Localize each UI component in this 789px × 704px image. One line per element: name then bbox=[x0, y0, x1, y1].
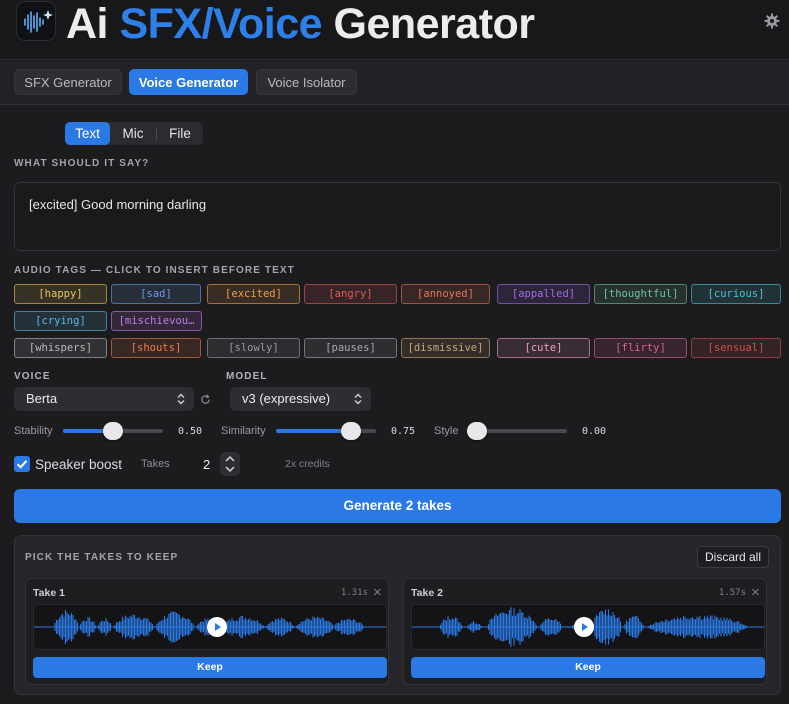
play-button[interactable] bbox=[207, 617, 228, 637]
slider-fill bbox=[276, 429, 351, 433]
tab-voice-isolator[interactable]: Voice Isolator bbox=[256, 69, 357, 95]
audio-tag-chip[interactable]: [sad] bbox=[111, 284, 201, 304]
model-label: MODEL bbox=[226, 371, 268, 382]
voice-label: VOICE bbox=[14, 371, 51, 382]
play-button[interactable] bbox=[574, 617, 595, 637]
takes-panel-label: PICK THE TAKES TO KEEP bbox=[25, 552, 179, 563]
title-ai: Ai bbox=[66, 0, 109, 48]
audio-tag-chip[interactable]: [pauses] bbox=[304, 338, 397, 358]
close-icon[interactable]: ✕ bbox=[751, 586, 760, 599]
take-card: Take 2 1.57s ✕ Keep bbox=[403, 578, 767, 685]
chevron-updown-icon bbox=[354, 393, 362, 405]
stability-label: Stability bbox=[14, 425, 53, 437]
audio-tag-chip[interactable]: [curious] bbox=[691, 284, 781, 304]
main-tabs: SFX Generator Voice Generator Voice Isol… bbox=[0, 61, 789, 105]
prompt-label: WHAT SHOULD IT SAY? bbox=[14, 158, 150, 169]
audio-tag-chip[interactable]: [mischievou… bbox=[111, 311, 202, 331]
title-sfx-voice: SFX/Voice bbox=[119, 0, 323, 48]
speaker-boost-checkbox[interactable] bbox=[14, 456, 30, 472]
chevron-updown-icon bbox=[177, 393, 185, 405]
slider-knob[interactable] bbox=[341, 422, 361, 440]
audio-tag-chip[interactable]: [cute] bbox=[497, 338, 590, 358]
speaker-boost-label: Speaker boost bbox=[35, 457, 123, 472]
close-icon[interactable]: ✕ bbox=[373, 586, 382, 599]
mode-text[interactable]: Text bbox=[65, 122, 110, 145]
chevron-updown-icon bbox=[225, 455, 235, 473]
take-name: Take 2 bbox=[411, 587, 443, 599]
similarity-value: 0.75 bbox=[391, 426, 416, 437]
audio-tag-chip[interactable]: [appalled] bbox=[497, 284, 590, 304]
gear-icon[interactable] bbox=[764, 13, 780, 29]
keep-button[interactable]: Keep bbox=[33, 657, 387, 678]
voice-select[interactable]: Berta bbox=[14, 387, 194, 411]
model-select[interactable]: v3 (expressive) bbox=[230, 387, 371, 411]
audio-tag-chip[interactable]: [angry] bbox=[304, 284, 397, 304]
audio-tag-chip[interactable]: [thoughtful] bbox=[594, 284, 687, 304]
take-duration: 1.31s bbox=[340, 588, 368, 598]
play-icon bbox=[215, 623, 222, 631]
credits-note: 2x credits bbox=[285, 458, 330, 470]
checkmark-icon bbox=[16, 460, 28, 469]
audio-tag-chip[interactable]: [crying] bbox=[14, 311, 107, 331]
tab-voice-generator[interactable]: Voice Generator bbox=[129, 69, 248, 95]
audio-tags-label: AUDIO TAGS — CLICK TO INSERT BEFORE TEXT bbox=[14, 265, 295, 276]
prompt-textarea[interactable]: [excited] Good morning darling bbox=[14, 182, 781, 251]
similarity-label: Similarity bbox=[221, 425, 266, 437]
audio-tag-chip[interactable]: [sensual] bbox=[691, 338, 781, 358]
stability-value: 0.50 bbox=[178, 426, 203, 437]
voice-select-value: Berta bbox=[26, 391, 58, 406]
refresh-icon[interactable] bbox=[200, 394, 211, 405]
audio-tag-chip[interactable]: [annoyed] bbox=[401, 284, 490, 304]
waveform-logo-icon bbox=[16, 1, 56, 41]
slider-knob[interactable] bbox=[103, 422, 123, 440]
waveform[interactable] bbox=[411, 604, 765, 650]
audio-tag-chip[interactable]: [flirty] bbox=[594, 338, 687, 358]
audio-tag-chip[interactable]: [happy] bbox=[14, 284, 107, 304]
similarity-slider[interactable] bbox=[276, 422, 376, 440]
audio-tag-chip[interactable]: [dismissive] bbox=[401, 338, 490, 358]
generate-button[interactable]: Generate 2 takes bbox=[14, 489, 781, 523]
takes-stepper[interactable] bbox=[220, 452, 240, 476]
audio-tag-chip[interactable]: [whispers] bbox=[14, 338, 107, 358]
mode-mic[interactable]: Mic bbox=[110, 122, 156, 145]
model-select-value: v3 (expressive) bbox=[242, 391, 331, 406]
take-card: Take 1 1.31s ✕ Keep bbox=[25, 578, 389, 685]
app-title: Ai SFX/Voice Generator bbox=[66, 0, 535, 48]
slider-knob[interactable] bbox=[467, 422, 487, 440]
take-duration: 1.57s bbox=[718, 588, 746, 598]
waveform[interactable] bbox=[33, 604, 387, 650]
takes-label: Takes bbox=[141, 458, 170, 470]
tab-sfx-generator[interactable]: SFX Generator bbox=[14, 69, 122, 95]
input-mode-switch: Text Mic File bbox=[65, 122, 203, 145]
take-name: Take 1 bbox=[33, 587, 65, 599]
style-value: 0.00 bbox=[582, 426, 607, 437]
discard-all-button[interactable]: Discard all bbox=[697, 546, 769, 568]
style-label: Style bbox=[434, 425, 459, 437]
play-icon bbox=[582, 623, 589, 631]
style-slider[interactable] bbox=[467, 422, 567, 440]
audio-tag-chip[interactable]: [excited] bbox=[207, 284, 300, 304]
takes-value[interactable]: 2 bbox=[203, 457, 210, 472]
app-header: Ai SFX/Voice Generator bbox=[0, 0, 789, 60]
mode-file[interactable]: File bbox=[157, 122, 203, 145]
keep-button[interactable]: Keep bbox=[411, 657, 765, 678]
stability-slider[interactable] bbox=[63, 422, 163, 440]
audio-tag-chip[interactable]: [slowly] bbox=[207, 338, 300, 358]
title-generator: Generator bbox=[333, 0, 536, 48]
audio-tag-chip[interactable]: [shouts] bbox=[111, 338, 201, 358]
